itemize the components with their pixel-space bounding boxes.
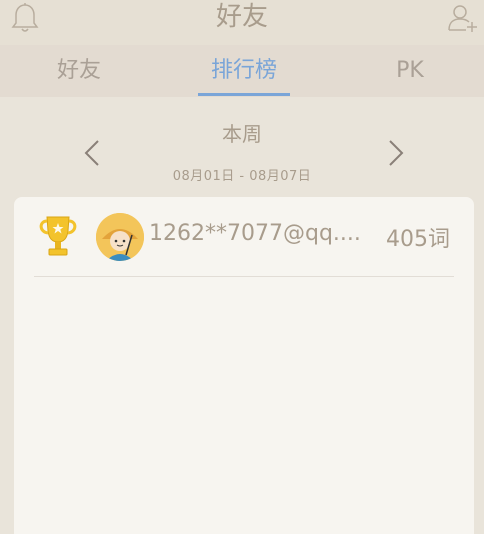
date-range: 08月01日 - 08月07日 — [172, 169, 312, 184]
add-user-icon[interactable] — [446, 2, 478, 34]
tab-friends[interactable]: 好友 — [40, 45, 118, 97]
tab-bar: 好友 排行榜 PK — [0, 45, 484, 97]
tab-pk[interactable]: PK — [380, 45, 440, 97]
page-title: 好友 — [215, 2, 268, 32]
top-bar: 好友 — [0, 0, 484, 45]
tab-leaderboard[interactable]: 排行榜 — [198, 45, 290, 97]
username: 1262**7077@qq.... — [149, 221, 359, 246]
active-tab-indicator — [198, 93, 290, 96]
trophy-icon — [39, 216, 77, 256]
chevron-right-icon[interactable] — [386, 138, 408, 168]
score: 405词 — [386, 227, 450, 252]
period-label: 本周 — [222, 122, 262, 146]
row-divider — [34, 276, 454, 277]
leaderboard-card: 1262**7077@qq.... 405词 — [14, 197, 474, 534]
avatar — [96, 213, 144, 261]
leaderboard-row[interactable]: 1262**7077@qq.... 405词 — [14, 197, 474, 277]
